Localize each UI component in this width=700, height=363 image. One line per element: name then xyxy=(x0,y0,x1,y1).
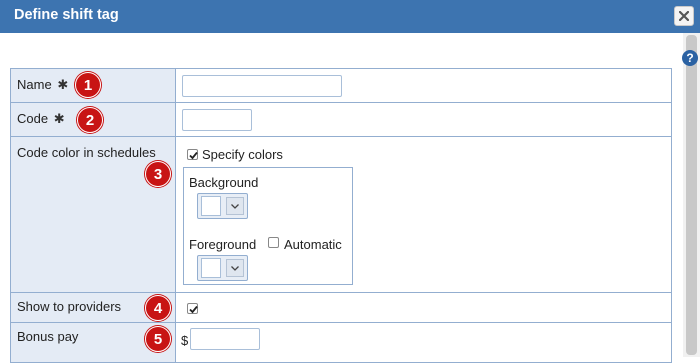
form-row-code-color: Code color in schedules 3 Specify colors… xyxy=(10,136,672,293)
currency-symbol: $ xyxy=(181,333,189,348)
callout-badge-4: 4 xyxy=(145,295,171,321)
checkmark-icon xyxy=(189,151,198,160)
form-row-show-to-providers: Show to providers 4 xyxy=(10,292,672,323)
code-label-cell: Code ✱ 2 xyxy=(10,102,176,137)
specify-colors-label: Specify colors xyxy=(202,147,283,162)
show-to-providers-checkbox[interactable] xyxy=(187,303,198,314)
callout-badge-1: 1 xyxy=(75,72,101,98)
dialog-title: Define shift tag xyxy=(14,7,119,23)
specify-colors-checkbox[interactable] xyxy=(187,149,198,160)
code-label: Code xyxy=(17,111,49,126)
name-input[interactable] xyxy=(182,75,342,97)
name-value-cell xyxy=(175,68,672,103)
show-to-providers-value-cell xyxy=(175,292,672,323)
foreground-label: Foreground xyxy=(189,237,257,252)
callout-badge-3: 3 xyxy=(145,161,171,187)
background-label: Background xyxy=(189,175,259,190)
callout-badge-5: 5 xyxy=(145,326,171,352)
background-color-swatch xyxy=(201,196,221,216)
scrollbar-thumb[interactable] xyxy=(686,35,697,355)
name-label-cell: Name ✱ 1 xyxy=(10,68,176,103)
foreground-color-dropdown[interactable] xyxy=(226,259,244,277)
code-color-value-cell: Specify colors Background Foreground Aut… xyxy=(175,136,672,293)
background-color-dropdown[interactable] xyxy=(226,197,244,215)
help-icon[interactable]: ? xyxy=(682,50,698,66)
checkmark-icon xyxy=(189,305,198,314)
shift-tag-form: Name ✱ 1 Code ✱ 2 Code color in schedule… xyxy=(10,68,672,363)
show-to-providers-label-cell: Show to providers 4 xyxy=(10,292,176,323)
required-marker: ✱ xyxy=(57,77,69,92)
bonus-pay-label: Bonus pay xyxy=(17,329,79,344)
color-settings-box: Background Foreground Automatic xyxy=(183,167,353,285)
chevron-down-icon xyxy=(231,266,239,271)
name-label: Name xyxy=(17,77,52,92)
close-button[interactable] xyxy=(674,6,694,26)
code-color-label: Code color in schedules xyxy=(17,145,156,160)
close-icon xyxy=(679,11,689,21)
callout-badge-2: 2 xyxy=(77,107,103,133)
scrollbar[interactable] xyxy=(683,33,700,357)
foreground-color-picker[interactable] xyxy=(197,255,248,281)
code-value-cell xyxy=(175,102,672,137)
code-color-label-cell: Code color in schedules 3 xyxy=(10,136,176,293)
form-row-name: Name ✱ 1 xyxy=(10,68,672,103)
chevron-down-icon xyxy=(231,204,239,209)
dialog-titlebar: Define shift tag xyxy=(0,0,700,33)
show-to-providers-label: Show to providers xyxy=(17,299,122,314)
required-marker: ✱ xyxy=(53,111,65,126)
foreground-color-swatch xyxy=(201,258,221,278)
automatic-label: Automatic xyxy=(284,237,342,252)
background-color-picker[interactable] xyxy=(197,193,248,219)
code-input[interactable] xyxy=(182,109,252,131)
form-row-code: Code ✱ 2 xyxy=(10,102,672,137)
automatic-checkbox[interactable] xyxy=(268,237,279,248)
bonus-pay-input[interactable] xyxy=(190,328,260,350)
